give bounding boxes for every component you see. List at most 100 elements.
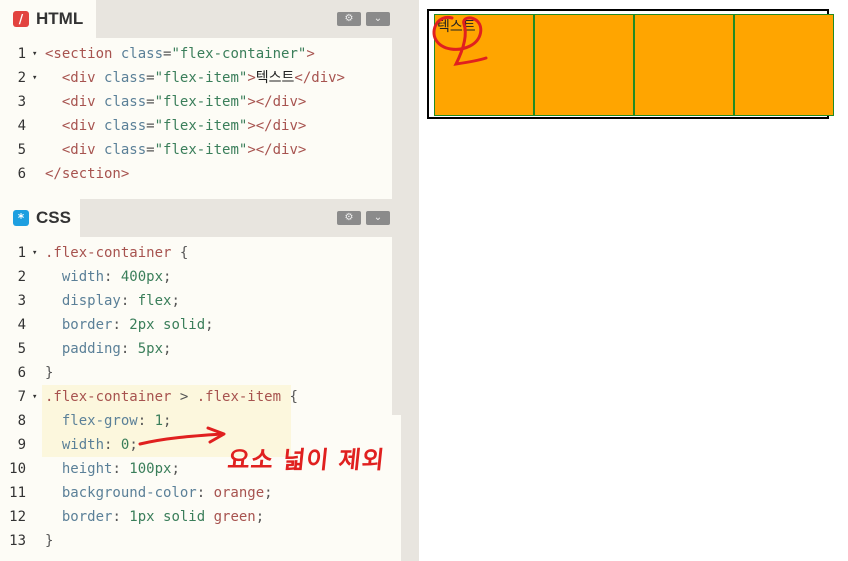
html-panel-header: / HTML ⚙ ⌄ <box>0 0 401 38</box>
code-token: class <box>104 118 147 134</box>
html-code-editor[interactable]: 1 ▾ <section class="flex-container"> 2 ▾ <di… <box>0 42 392 186</box>
code-token: : <box>112 461 130 477</box>
code-line[interactable]: 5 padding: 5px; <box>0 337 392 361</box>
code-line[interactable]: 1 ▾ .flex-container { <box>0 241 392 265</box>
code-token: = <box>146 94 155 110</box>
code-token: 1px solid <box>129 509 214 525</box>
code-token: <div <box>45 142 105 158</box>
code-line[interactable]: 4 <div class="flex-item"></div> <box>0 114 392 138</box>
code-token: = <box>146 70 155 86</box>
fold-toggle-icon[interactable]: ▾ <box>32 66 37 90</box>
code-text: height: 100px; <box>45 457 180 481</box>
gear-icon[interactable]: ⚙ <box>337 12 361 26</box>
gear-icon[interactable]: ⚙ <box>337 211 361 225</box>
flex-item: 텍스트 <box>434 14 534 116</box>
html-icon: / <box>13 11 29 27</box>
code-token: { <box>281 389 298 405</box>
code-text: flex-grow: 1; <box>45 409 172 433</box>
line-number: 1 <box>17 245 26 261</box>
code-token: ; <box>163 341 172 357</box>
code-token: { <box>171 245 189 261</box>
css-scrollbar[interactable] <box>392 237 401 415</box>
html-panel: / HTML ⚙ ⌄ 1 ▾ <section class="flex-contai… <box>0 0 401 199</box>
line-number: 4 <box>17 317 26 333</box>
line-number: 13 <box>9 533 26 549</box>
code-text: } <box>45 361 53 385</box>
code-token: <div <box>45 94 105 110</box>
line-number: 4 <box>17 118 26 134</box>
fold-toggle-icon[interactable]: ▾ <box>32 385 37 409</box>
code-token: } <box>45 365 54 381</box>
code-token: <div <box>45 70 105 86</box>
html-scrollbar[interactable] <box>392 38 401 199</box>
code-token: orange <box>213 485 265 501</box>
code-token: "flex-item" <box>154 70 248 86</box>
code-line[interactable]: 11 background-color: orange; <box>0 481 392 505</box>
code-line[interactable]: 7 ▾ .flex-container > .flex-item { <box>0 385 392 409</box>
flex-item <box>534 14 634 116</box>
code-text: .flex-container > .flex-item { <box>45 385 298 409</box>
code-token: border <box>45 317 113 333</box>
code-text: width: 0; <box>45 433 138 457</box>
code-token: .flex-container <box>45 245 172 261</box>
code-token: "flex-item" <box>154 118 248 134</box>
code-token: : <box>104 269 121 285</box>
code-line[interactable]: 2 width: 400px; <box>0 265 392 289</box>
code-line[interactable]: 1 ▾ <section class="flex-container"> <box>0 42 392 66</box>
code-token: ; <box>171 461 180 477</box>
code-token: : <box>120 341 138 357</box>
code-token: "flex-item" <box>154 142 248 158</box>
css-panel: * CSS ⚙ ⌄ 1 ▾ .flex-container {2 width: 40… <box>0 199 401 561</box>
code-text: background-color: orange; <box>45 481 273 505</box>
fold-toggle-icon[interactable]: ▾ <box>32 42 37 66</box>
code-token: } <box>45 533 54 549</box>
chevron-down-icon[interactable]: ⌄ <box>366 211 390 225</box>
code-token: class <box>104 142 147 158</box>
css-code-editor[interactable]: 1 ▾ .flex-container {2 width: 400px; 3 disp… <box>0 241 392 553</box>
code-token: ; <box>163 413 172 429</box>
code-token: "flex-container" <box>171 46 307 62</box>
line-number: 6 <box>17 166 26 182</box>
code-token: ; <box>205 317 214 333</box>
code-line[interactable]: 6} <box>0 361 392 385</box>
line-number: 2 <box>17 70 26 86</box>
code-token: ></div> <box>247 142 307 158</box>
code-token: <div <box>45 118 105 134</box>
code-token: : <box>137 413 155 429</box>
code-token: background-color <box>45 485 197 501</box>
code-line[interactable]: 12 border: 1px solid green; <box>0 505 392 529</box>
code-token: "flex-item" <box>154 94 248 110</box>
code-token: > <box>306 46 315 62</box>
line-number: 3 <box>17 94 26 110</box>
code-token: 400px <box>120 269 164 285</box>
code-token: = <box>146 118 155 134</box>
code-token: width <box>45 437 105 453</box>
code-line[interactable]: 5 <div class="flex-item"></div> <box>0 138 392 162</box>
code-token: 텍스트 <box>255 70 295 86</box>
fold-toggle-icon[interactable]: ▾ <box>32 241 37 265</box>
code-text: display: flex; <box>45 289 180 313</box>
code-line[interactable]: 6 </section> <box>0 162 392 186</box>
code-token: : <box>112 509 130 525</box>
pane-divider[interactable] <box>401 0 419 561</box>
html-panel-title: HTML <box>36 9 84 28</box>
css-panel-tab[interactable]: * CSS <box>0 199 80 237</box>
code-line[interactable]: 8 flex-grow: 1; <box>0 409 392 433</box>
code-text: </section> <box>45 162 129 186</box>
code-token: height <box>45 461 113 477</box>
code-line[interactable]: 3 <div class="flex-item"></div> <box>0 90 392 114</box>
code-line[interactable]: 2 ▾ <div class="flex-item">텍스트</div> <box>0 66 392 90</box>
code-text: width: 400px; <box>45 265 172 289</box>
annotation-text: 요소 넓이 제외 <box>226 446 387 474</box>
code-token: class <box>104 70 147 86</box>
code-token: ; <box>129 437 138 453</box>
code-line[interactable]: 13} <box>0 529 392 553</box>
chevron-down-icon[interactable]: ⌄ <box>366 12 390 26</box>
css-panel-header: * CSS ⚙ ⌄ <box>0 199 401 237</box>
css-icon: * <box>13 210 29 226</box>
code-line[interactable]: 3 display: flex; <box>0 289 392 313</box>
html-panel-tab[interactable]: / HTML <box>0 0 96 38</box>
code-token: ; <box>163 269 172 285</box>
line-number: 2 <box>17 269 26 285</box>
code-line[interactable]: 4 border: 2px solid; <box>0 313 392 337</box>
